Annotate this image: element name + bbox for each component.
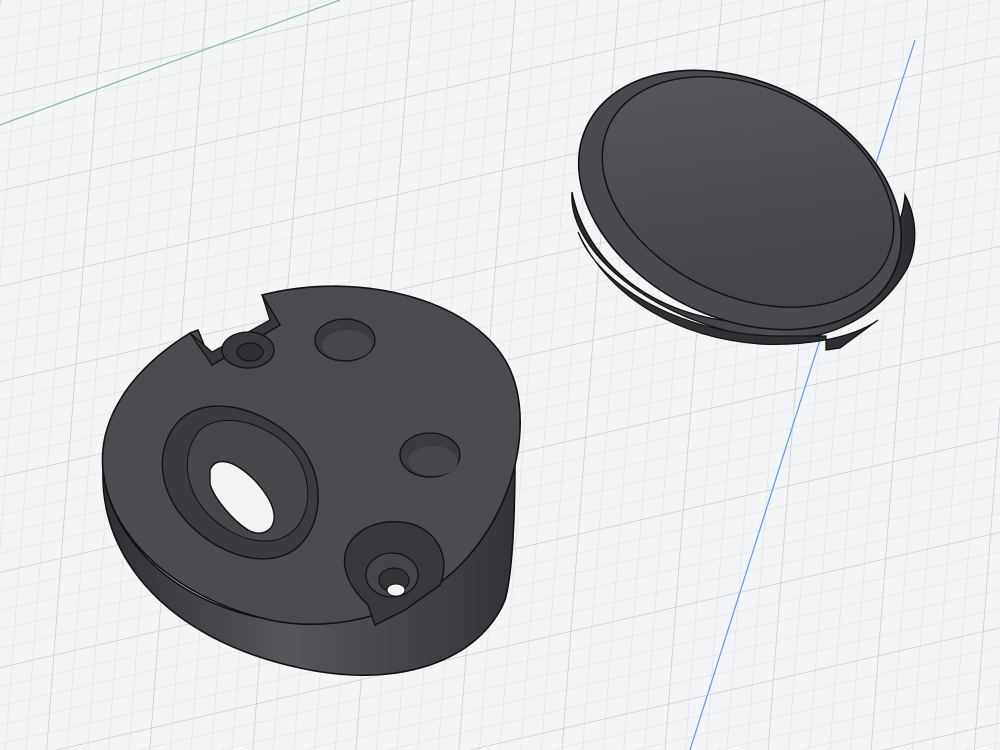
3d-viewport[interactable] xyxy=(0,0,1000,750)
countersunk-hole-top xyxy=(221,331,275,369)
scene-canvas[interactable] xyxy=(0,0,1000,750)
blind-hole-2 xyxy=(399,432,461,478)
blind-hole-1 xyxy=(314,318,376,362)
